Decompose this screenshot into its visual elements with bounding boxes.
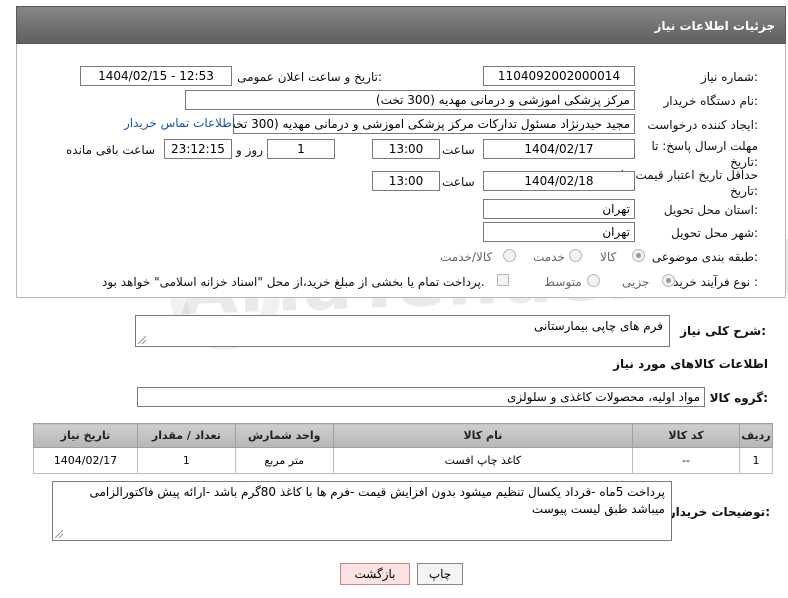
process-medium-label: متوسط bbox=[544, 275, 582, 289]
requester-label: ایجاد کننده درخواست: bbox=[647, 118, 758, 132]
cell-goods-code: -- bbox=[632, 447, 740, 474]
remaining-time-field[interactable]: 23:12:15 bbox=[164, 139, 232, 159]
goods-group-field[interactable]: مواد اولیه، محصولات کاغذی و سلولزی bbox=[137, 387, 705, 407]
reply-time-label: ساعت bbox=[442, 143, 475, 157]
buyer-notes-text: پرداخت 5ماه -قرداد یکسال تنظیم میشود بدو… bbox=[89, 485, 665, 516]
cell-need-date: 1404/02/17 bbox=[33, 447, 138, 474]
price-validity-time-label: ساعت bbox=[442, 175, 475, 189]
days-remaining-field[interactable]: 1 bbox=[267, 139, 335, 159]
province-field[interactable]: تهران bbox=[483, 199, 635, 219]
resize-grip-icon[interactable] bbox=[138, 336, 146, 344]
purchase-process-label: نوع فرآیند خرید : bbox=[673, 275, 758, 289]
description-label: شرح کلی نیاز: bbox=[680, 324, 766, 338]
back-button[interactable]: بازگشت bbox=[340, 563, 410, 585]
price-validity-label: حداقل تاریخ اعتبار قیمت: تا تاریخ: bbox=[620, 168, 758, 198]
cell-quantity: 1 bbox=[136, 447, 236, 474]
goods-group-label: گروه کالا: bbox=[709, 391, 768, 405]
process-partial-radio[interactable] bbox=[662, 274, 675, 287]
category-both-label: کالا/خدمت bbox=[440, 250, 493, 264]
process-medium-radio[interactable] bbox=[587, 274, 600, 287]
col-need-date: تاریخ نیاز bbox=[33, 423, 138, 448]
process-partial-label: جزیی bbox=[622, 275, 650, 289]
col-row-number: ردیف bbox=[738, 423, 774, 448]
col-quantity: تعداد / مقدار bbox=[136, 423, 236, 448]
province-label: استان محل تحویل: bbox=[663, 203, 758, 217]
requester-field[interactable]: مجید حیدرنژاد مسئول تدارکات مرکز پزشکی ا… bbox=[233, 114, 635, 134]
buyer-org-field[interactable]: مرکز پزشکی اموزشی و درمانی مهدیه (300 تخ… bbox=[185, 90, 635, 110]
category-service-label: خدمت bbox=[533, 250, 565, 264]
category-goods-radio[interactable] bbox=[632, 249, 645, 262]
col-goods-code: کد کالا bbox=[632, 423, 740, 448]
table-row[interactable]: 1404/02/17 1 متر مربع کاغذ چاپ افست -- 1 bbox=[33, 447, 774, 474]
resize-grip-icon[interactable] bbox=[55, 530, 63, 538]
price-validity-date-field[interactable]: 1404/02/18 bbox=[483, 171, 635, 191]
category-label: طبقه بندی موضوعی: bbox=[651, 250, 758, 264]
category-service-radio[interactable] bbox=[569, 249, 582, 262]
announce-datetime-label: تاریخ و ساعت اعلان عمومی: bbox=[237, 70, 382, 84]
city-field[interactable]: تهران bbox=[483, 222, 635, 242]
reply-time-field[interactable]: 13:00 bbox=[372, 139, 440, 159]
goods-section-title: اطلاعات کالاهای مورد نیاز bbox=[613, 357, 768, 371]
buyer-contact-link[interactable]: اطلاعات تماس خریدار bbox=[124, 116, 235, 130]
buyer-org-label: نام دستگاه خریدار: bbox=[663, 94, 759, 108]
goods-table: تاریخ نیاز تعداد / مقدار واحد شمارش نام … bbox=[33, 423, 774, 474]
description-text: فرم های چاپی بیمارستانی bbox=[533, 319, 663, 333]
treasury-payment-checkbox[interactable] bbox=[497, 274, 509, 286]
panel-title-bar: جزئیات اطلاعات نیاز bbox=[16, 6, 786, 44]
cell-goods-name: کاغذ چاپ افست bbox=[332, 447, 634, 474]
remaining-time-label: ساعت باقی مانده bbox=[66, 143, 156, 157]
treasury-payment-note: پرداخت تمام یا بخشی از مبلغ خرید،از محل … bbox=[102, 275, 485, 289]
description-textarea[interactable]: فرم های چاپی بیمارستانی bbox=[135, 315, 670, 347]
days-label: روز و bbox=[236, 143, 263, 157]
reply-deadline-label: مهلت ارسال پاسخ: تا تاریخ: bbox=[651, 139, 758, 169]
col-unit: واحد شمارش bbox=[234, 423, 334, 448]
announce-datetime-field[interactable]: 1404/02/15 - 12:53 bbox=[80, 66, 232, 86]
col-goods-name: نام کالا bbox=[332, 423, 634, 448]
print-button[interactable]: چاپ bbox=[417, 563, 463, 585]
page-title: جزئیات اطلاعات نیاز bbox=[654, 19, 775, 33]
goods-table-header: تاریخ نیاز تعداد / مقدار واحد شمارش نام … bbox=[33, 423, 774, 448]
reply-date-field[interactable]: 1404/02/17 bbox=[483, 139, 635, 159]
need-number-label: شماره نیاز: bbox=[700, 70, 758, 84]
cell-unit: متر مربع bbox=[234, 447, 334, 474]
cell-row-number: 1 bbox=[738, 447, 774, 474]
need-number-field[interactable]: 1104092002000014 bbox=[483, 66, 635, 86]
buyer-notes-label: توضیحات خریدار: bbox=[668, 505, 770, 519]
category-goods-label: کالا bbox=[600, 250, 617, 264]
city-label: شهر محل تحویل: bbox=[671, 226, 758, 240]
price-validity-time-field[interactable]: 13:00 bbox=[372, 171, 440, 191]
category-both-radio[interactable] bbox=[503, 249, 516, 262]
buyer-notes-textarea[interactable]: پرداخت 5ماه -قرداد یکسال تنظیم میشود بدو… bbox=[52, 481, 672, 541]
